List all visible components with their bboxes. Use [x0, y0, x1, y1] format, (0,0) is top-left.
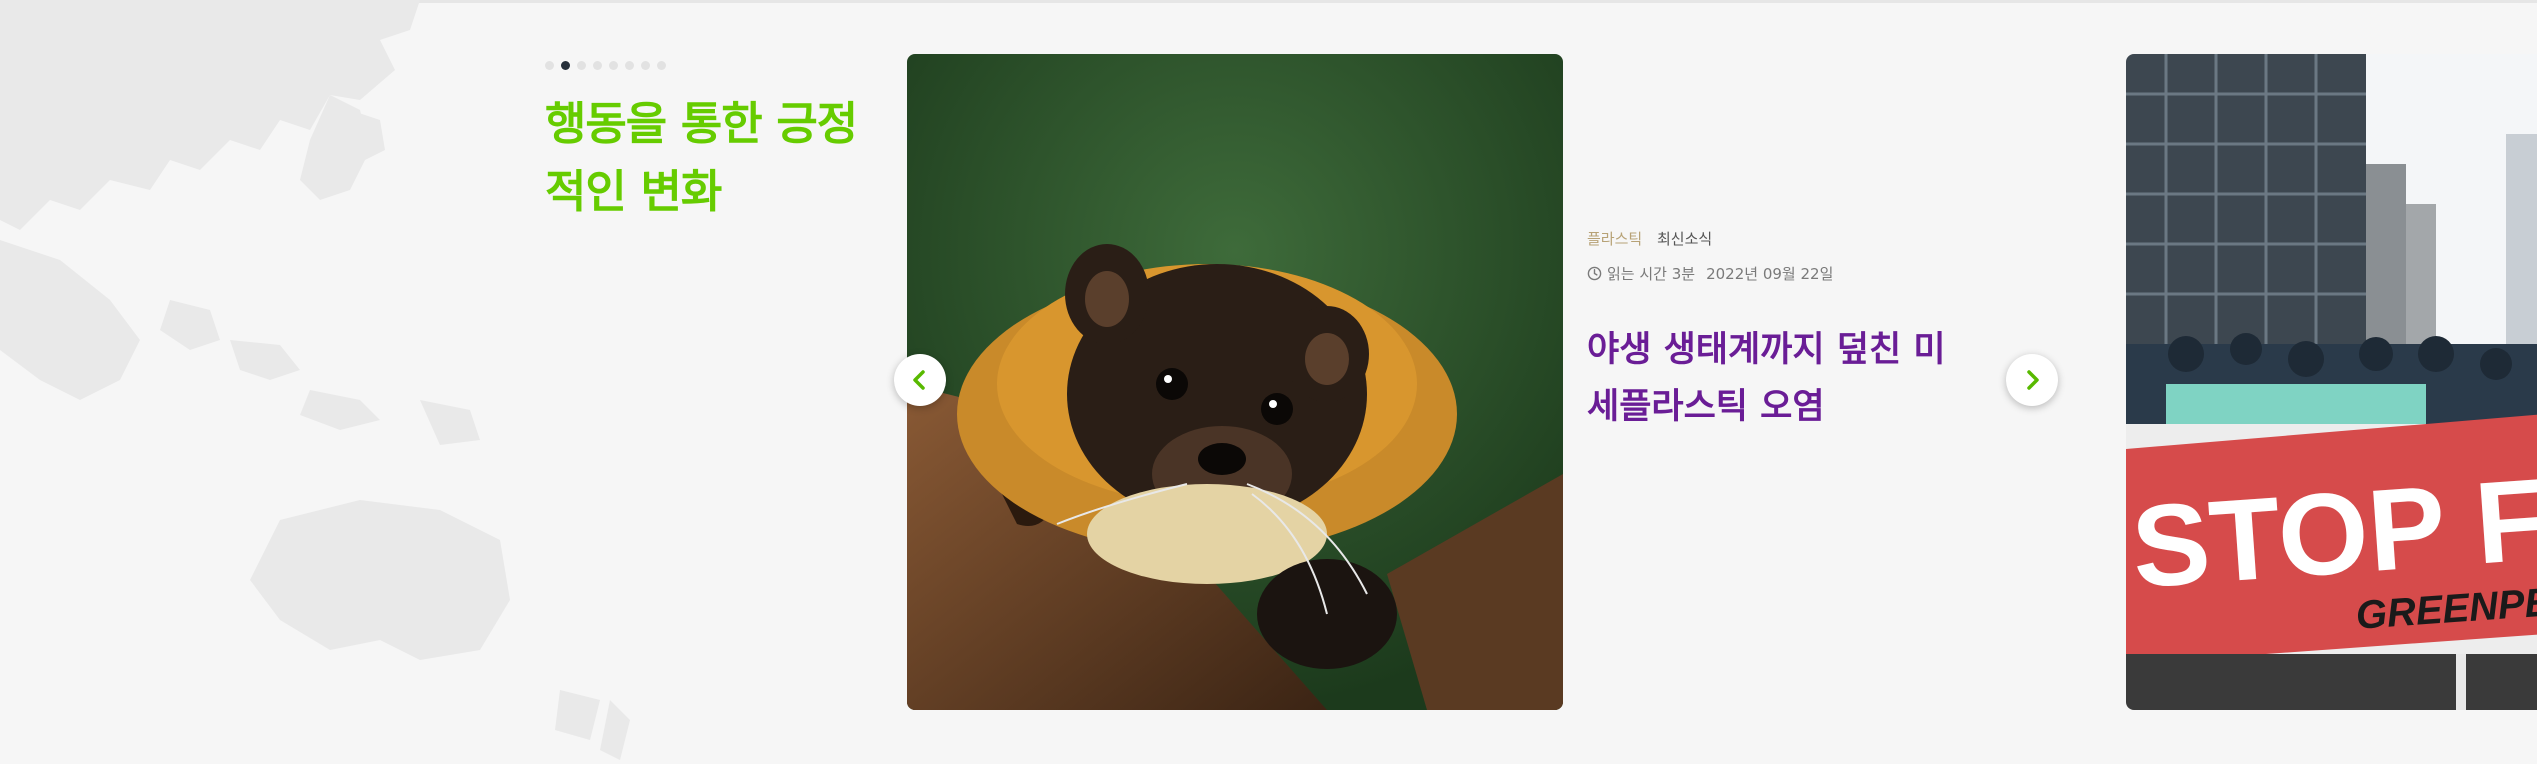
carousel-pagination — [545, 61, 666, 70]
pagination-dot[interactable] — [625, 61, 634, 70]
card-time: 읽는 시간 3분 2022년 09월 22일 — [1587, 263, 1833, 284]
publish-date: 2022년 09월 22일 — [1706, 265, 1834, 283]
pagination-dot[interactable] — [545, 61, 554, 70]
chevron-right-icon — [2027, 370, 2039, 390]
card-tag[interactable]: 최신소식 — [1657, 230, 1712, 248]
card-title[interactable]: 야생 생태계까지 덮친 미세플라스틱 오염 — [1587, 322, 1977, 436]
section-title: 행동을 통한 긍정적인 변화 — [545, 97, 858, 218]
pagination-dot[interactable] — [593, 61, 602, 70]
chevron-left-icon — [913, 370, 925, 390]
pagination-dot[interactable] — [641, 61, 650, 70]
pagination-dot[interactable] — [577, 61, 586, 70]
pagination-dot[interactable] — [657, 61, 666, 70]
clock-icon — [1587, 266, 1602, 281]
carousel-prev-button[interactable] — [894, 354, 946, 406]
next-card-image[interactable]: STOP FAIL GREENPE — [2126, 54, 2537, 710]
card-image[interactable] — [907, 54, 1563, 710]
reading-time: 읽는 시간 3분 — [1607, 265, 1696, 283]
card-meta: 플라스틱 최신소식 — [1587, 228, 1712, 249]
carousel-next-button[interactable] — [2006, 354, 2058, 406]
pagination-dot-active[interactable] — [561, 61, 570, 70]
pagination-dot[interactable] — [609, 61, 618, 70]
card-category[interactable]: 플라스틱 — [1587, 230, 1642, 248]
